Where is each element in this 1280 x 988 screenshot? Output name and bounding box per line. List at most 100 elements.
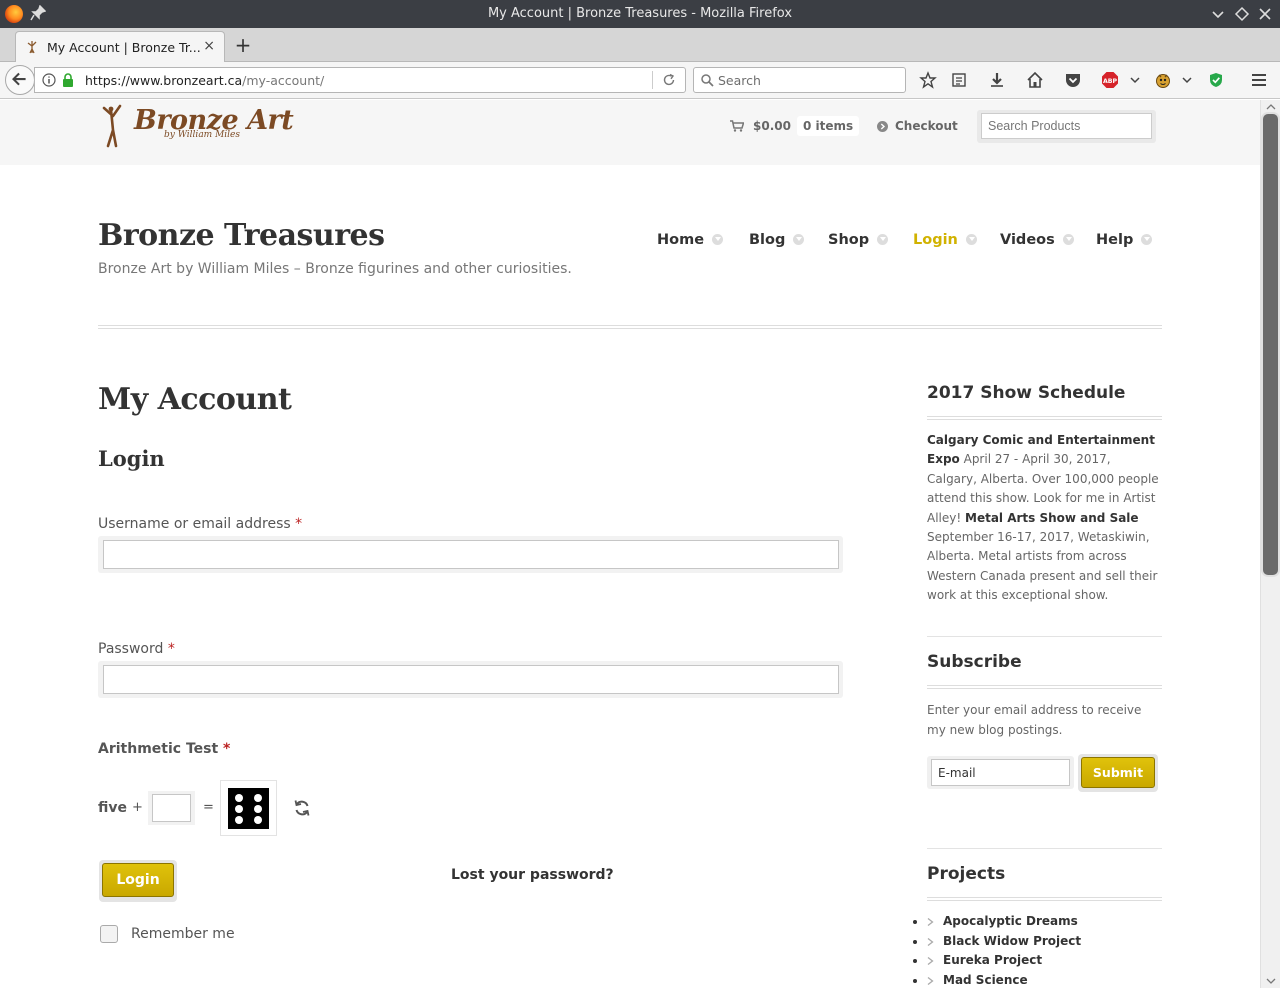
- password-label: Password *: [98, 641, 175, 657]
- show-schedule-title: 2017 Show Schedule: [927, 383, 1126, 403]
- nav-item-help[interactable]: Help: [1096, 232, 1153, 248]
- window-titlebar: My Account | Bronze Treasures - Mozilla …: [0, 0, 1280, 28]
- scrollbar-thumb[interactable]: [1261, 112, 1280, 577]
- cart-items-count[interactable]: 0 items: [797, 116, 860, 136]
- widget-divider: [927, 897, 1162, 901]
- maximize-icon[interactable]: [1233, 5, 1251, 23]
- chevron-right-icon: [927, 976, 934, 985]
- nav-dropdown-icon: [793, 234, 805, 245]
- remember-me-checkbox[interactable]: [100, 925, 118, 943]
- scroll-up-icon[interactable]: [1266, 103, 1276, 111]
- scroll-down-icon[interactable]: [1266, 977, 1276, 985]
- username-input[interactable]: [103, 540, 839, 569]
- nav-dropdown-icon: [712, 234, 724, 245]
- submit-button-wrapper: Submit: [1078, 754, 1158, 792]
- checkout-link[interactable]: Checkout: [895, 119, 958, 133]
- widget-separator: [927, 848, 1162, 849]
- info-icon[interactable]: [42, 73, 56, 87]
- required-mark: *: [167, 641, 175, 657]
- minimize-icon[interactable]: [1209, 5, 1227, 23]
- captcha-refresh-icon[interactable]: [292, 798, 312, 818]
- tab-label: My Account | Bronze Tr...: [47, 40, 201, 55]
- arithmetic-answer-input[interactable]: [152, 794, 191, 822]
- projects-list: Apocalyptic Dreams Black Widow Project E…: [927, 912, 1162, 988]
- widget-divider: [927, 416, 1162, 420]
- browser-search-placeholder: Search: [718, 73, 761, 88]
- captcha-dice-image: [220, 780, 277, 836]
- dice-pip: [235, 805, 243, 813]
- remember-me-label[interactable]: Remember me: [131, 926, 235, 942]
- project-link-eureka-project[interactable]: Eureka Project: [927, 951, 1162, 971]
- cart-icon[interactable]: [730, 120, 744, 132]
- login-section-title: Login: [98, 446, 165, 471]
- required-mark: *: [295, 516, 303, 532]
- dice-pip: [254, 794, 262, 802]
- lost-password-link[interactable]: Lost your password?: [451, 867, 614, 883]
- cart-total[interactable]: $0.00: [753, 119, 791, 133]
- download-icon[interactable]: [988, 71, 1006, 89]
- password-input[interactable]: [103, 665, 839, 694]
- chevron-down-icon[interactable]: [1126, 71, 1144, 89]
- subscribe-email-wrapper: [927, 756, 1074, 789]
- bookmarks-library-icon[interactable]: [950, 71, 968, 89]
- browser-toolbar: https://www.bronzeart.ca/my-account/ Sea…: [0, 62, 1280, 99]
- project-link-mad-science[interactable]: Mad Science: [927, 971, 1162, 988]
- bronze-figure-favicon-icon: [27, 41, 37, 54]
- close-window-icon[interactable]: [1256, 5, 1274, 23]
- nav-item-videos[interactable]: Videos: [1000, 232, 1074, 248]
- adblock-plus-icon[interactable]: ABP: [1101, 71, 1119, 89]
- subscribe-submit-button[interactable]: Submit: [1081, 757, 1155, 788]
- url-divider: [652, 71, 653, 89]
- nav-item-home[interactable]: Home: [657, 232, 724, 248]
- nav-item-label: Videos: [1000, 232, 1055, 248]
- login-button[interactable]: Login: [102, 863, 174, 897]
- bronze-figure-logo-icon: [102, 104, 122, 148]
- privacy-badger-shield-icon[interactable]: [1207, 71, 1225, 89]
- dice-six-icon: [228, 788, 269, 829]
- product-search-input[interactable]: [981, 113, 1152, 139]
- nav-item-shop[interactable]: Shop: [828, 232, 889, 248]
- arithmetic-equals: =: [203, 800, 214, 815]
- header-divider: [98, 325, 1162, 329]
- show-schedule-text: Calgary Comic and Entertainment Expo Apr…: [927, 431, 1163, 606]
- subscribe-email-input[interactable]: [931, 759, 1070, 786]
- product-search-wrapper: [977, 110, 1156, 143]
- home-icon[interactable]: [1026, 71, 1044, 89]
- nav-item-blog[interactable]: Blog: [749, 232, 805, 248]
- project-label: Apocalyptic Dreams: [943, 914, 1078, 928]
- tab-close-icon[interactable]: ×: [203, 38, 215, 54]
- checkout-arrow-icon: [877, 121, 888, 132]
- lock-icon[interactable]: [62, 73, 74, 87]
- widget-separator: [927, 636, 1162, 637]
- project-label: Black Widow Project: [943, 933, 1082, 948]
- bookmark-star-icon[interactable]: [919, 71, 937, 89]
- url-text: https://www.bronzeart.ca/my-account/: [85, 73, 324, 88]
- url-bar[interactable]: https://www.bronzeart.ca/my-account/: [34, 67, 686, 93]
- greasemonkey-icon[interactable]: [1154, 71, 1172, 89]
- browser-search-bar[interactable]: Search: [693, 67, 906, 93]
- project-label: Mad Science: [943, 972, 1028, 987]
- site-logo[interactable]: Bronze Art by William Miles: [100, 104, 294, 148]
- search-icon: [701, 74, 714, 87]
- reload-icon[interactable]: [662, 73, 676, 87]
- arithmetic-test-label-text: Arithmetic Test: [98, 741, 219, 757]
- back-button[interactable]: [5, 65, 35, 95]
- nav-item-login[interactable]: Login: [913, 232, 977, 248]
- subscribe-description: Enter your email address to receive my n…: [927, 703, 1142, 737]
- show-details: September 16-17, 2017, Wetaskiwin, Alber…: [927, 530, 1158, 603]
- tab-strip: My Account | Bronze Tr... × +: [0, 28, 1280, 62]
- new-tab-button[interactable]: +: [233, 33, 253, 57]
- project-link-apocalyptic-dreams[interactable]: Apocalyptic Dreams: [927, 912, 1162, 932]
- chevron-down-icon[interactable]: [1178, 71, 1196, 89]
- project-link-black-widow-project[interactable]: Black Widow Project: [927, 932, 1162, 952]
- nav-dropdown-icon: [877, 234, 889, 245]
- tab-my-account[interactable]: My Account | Bronze Tr... ×: [15, 31, 225, 62]
- pocket-icon[interactable]: [1064, 71, 1082, 89]
- arithmetic-plus: +: [132, 800, 143, 815]
- hamburger-menu-icon[interactable]: [1250, 71, 1268, 89]
- logo-subtext: by William Miles: [164, 130, 240, 140]
- required-mark: *: [223, 741, 231, 757]
- page-scrollbar[interactable]: [1260, 100, 1280, 988]
- nav-item-label: Shop: [828, 232, 870, 248]
- url-host: https://www.bronzeart.ca: [85, 73, 243, 88]
